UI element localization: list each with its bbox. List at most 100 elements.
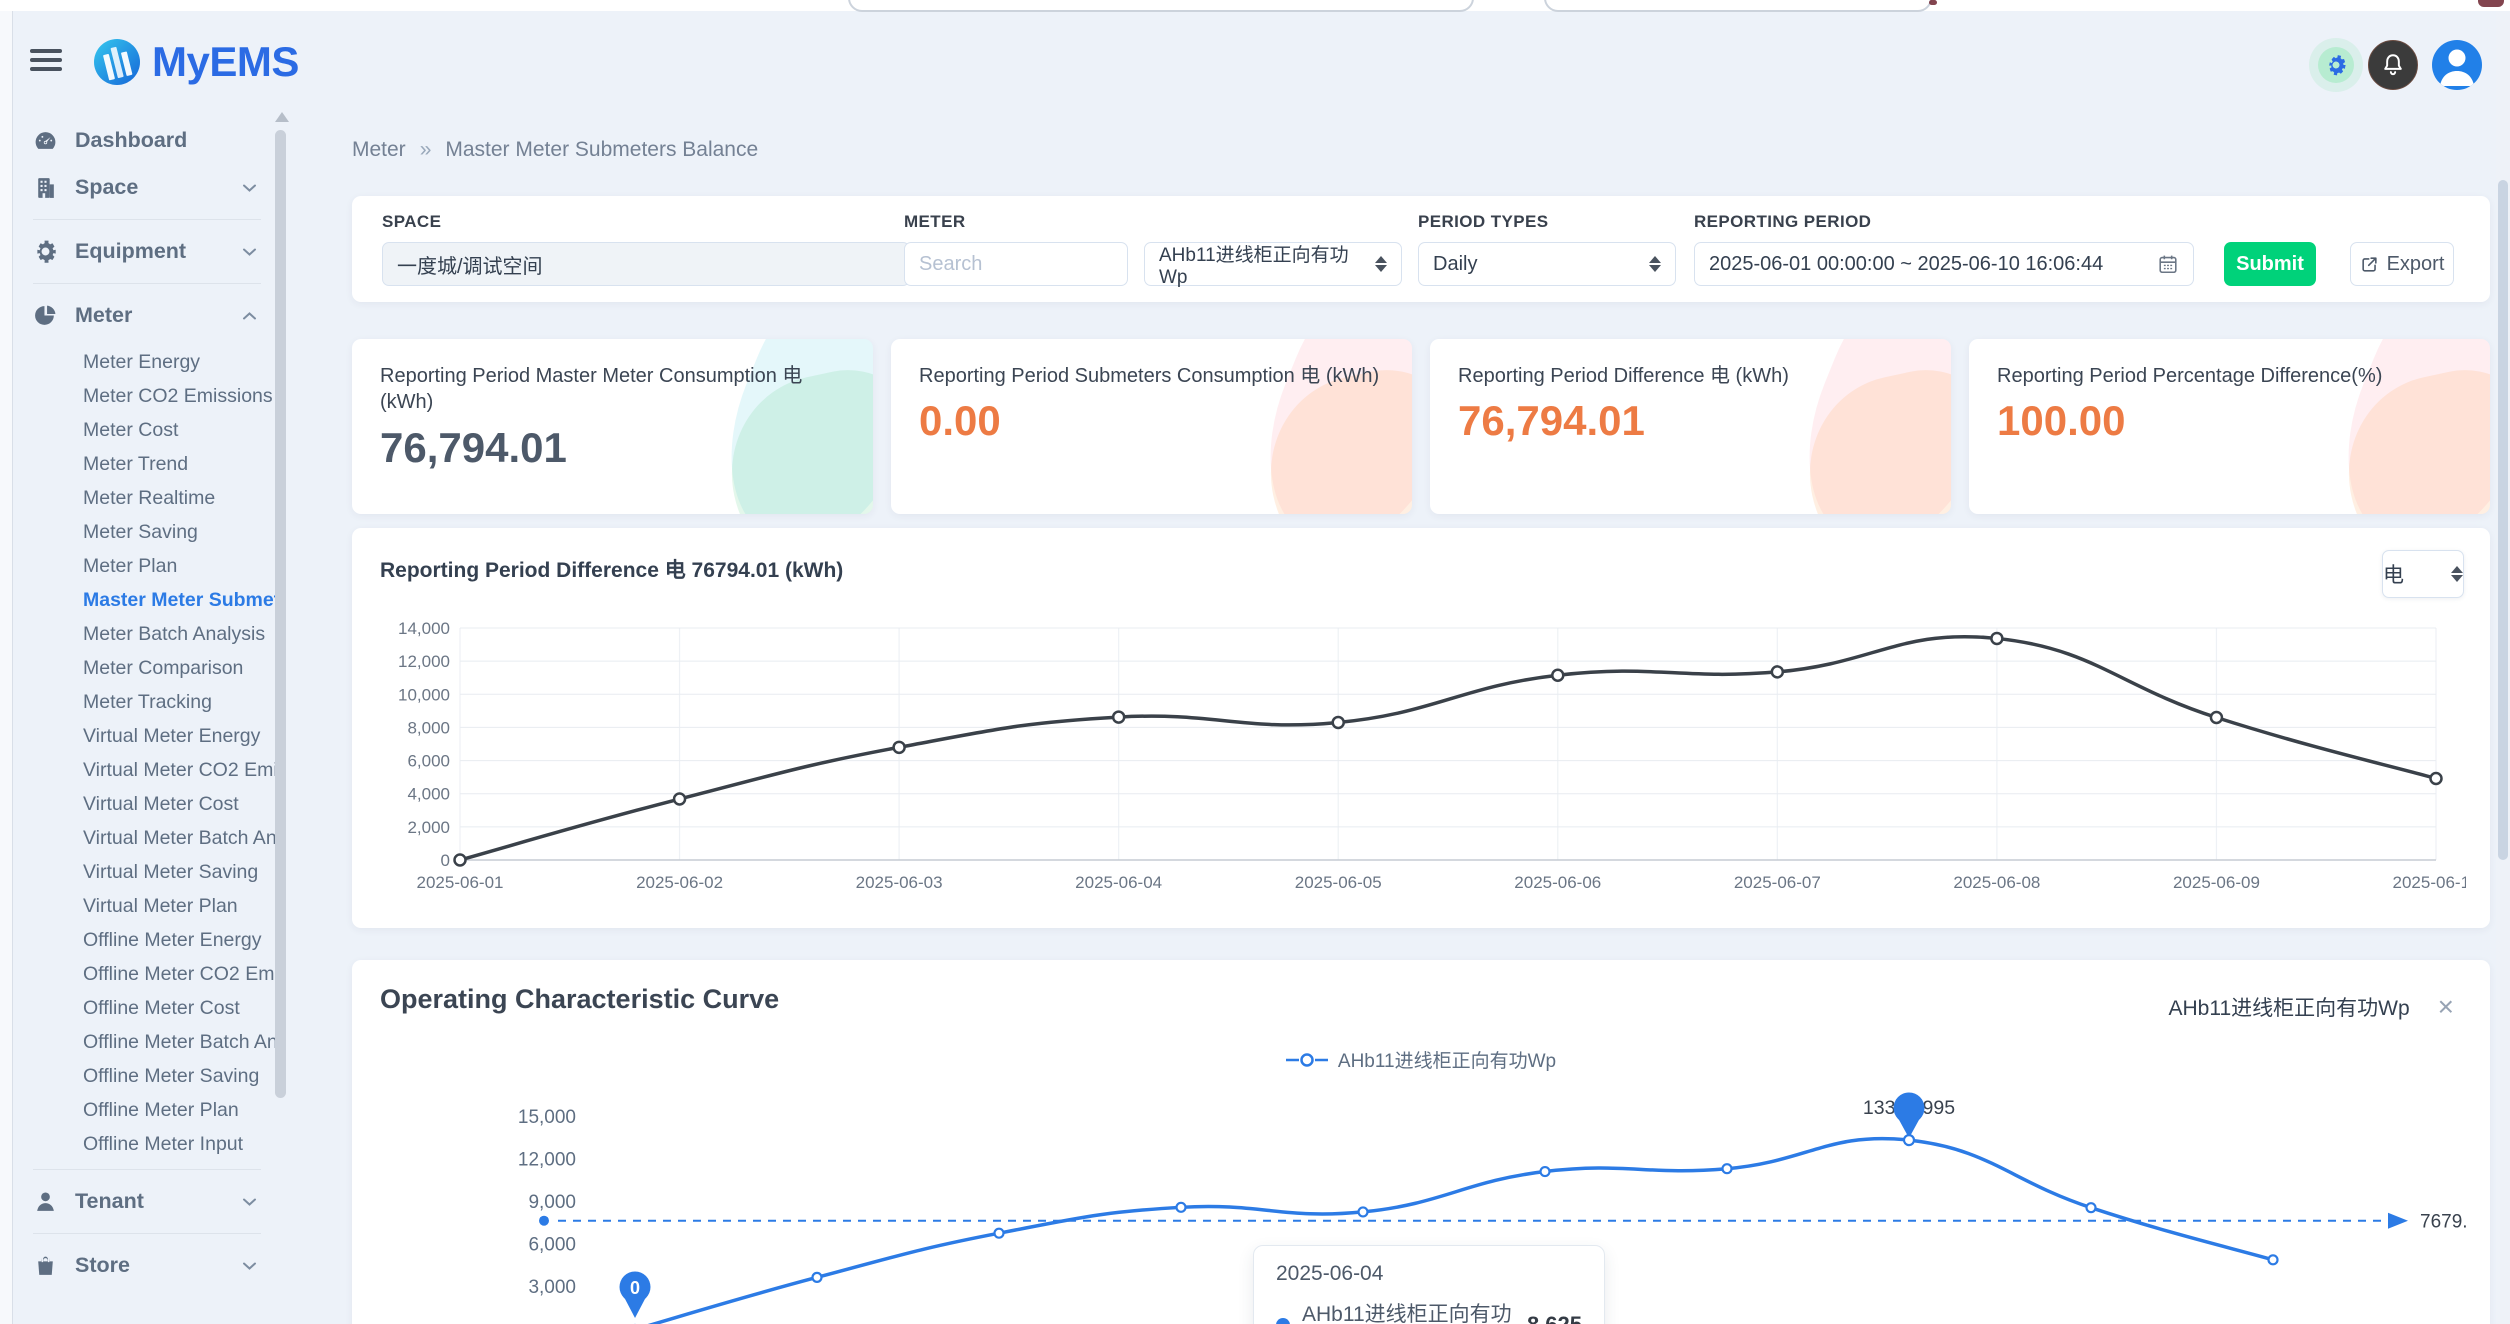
difference-line-chart[interactable]: 02,0004,0006,0008,00010,00012,00014,0002…: [376, 612, 2466, 918]
sidebar: Dashboard Space: [13, 11, 281, 1324]
meter-search-input[interactable]: Search: [904, 242, 1128, 286]
sidebar-item-master-meter-submeters-balance[interactable]: Master Meter Submeters Balance: [13, 583, 281, 617]
period-types-label: PERIOD TYPES: [1418, 212, 1548, 232]
export-button[interactable]: Export: [2350, 242, 2454, 286]
svg-text:9,000: 9,000: [528, 1192, 576, 1213]
meter-search-placeholder: Search: [919, 253, 982, 276]
sidebar-item-meter-realtime[interactable]: Meter Realtime: [13, 481, 281, 515]
sidebar-item-meter-tracking[interactable]: Meter Tracking: [13, 685, 281, 719]
series-dot-icon: [1276, 1318, 1290, 1324]
close-icon[interactable]: ×: [2438, 993, 2454, 1021]
sidebar-scroll-up-arrow[interactable]: [275, 112, 289, 122]
sidebar-item-virtual-meter-energy[interactable]: Virtual Meter Energy: [13, 719, 281, 753]
svg-text:0: 0: [441, 851, 450, 870]
svg-text:2025-06-07: 2025-06-07: [1734, 873, 1821, 892]
space-input[interactable]: 一度城/调试空间: [382, 242, 910, 286]
sidebar-item-virtual-meter-co2-emissions[interactable]: Virtual Meter CO2 Emissions: [13, 753, 281, 787]
meter-submenu: Meter EnergyMeter CO2 EmissionsMeter Cos…: [13, 345, 281, 1161]
notifications-bell-icon[interactable]: [2368, 40, 2418, 90]
user-avatar-icon[interactable]: [2432, 40, 2482, 90]
sidebar-item-equipment[interactable]: Equipment: [13, 228, 281, 275]
sidebar-item-meter-comparison[interactable]: Meter Comparison: [13, 651, 281, 685]
sidebar-scrollbar[interactable]: [275, 130, 286, 1098]
svg-text:2025-06-02: 2025-06-02: [636, 873, 723, 892]
svg-text:2025-06-01: 2025-06-01: [417, 873, 504, 892]
stat-card-value: 76,794.01: [1458, 397, 1923, 445]
svg-text:8,000: 8,000: [407, 718, 450, 737]
svg-text:0: 0: [630, 1278, 640, 1298]
sidebar-item-dashboard[interactable]: Dashboard: [13, 117, 281, 164]
sidebar-item-offline-meter-saving[interactable]: Offline Meter Saving: [13, 1059, 281, 1093]
divider: [33, 1169, 261, 1170]
tooltip-date: 2025-06-04: [1276, 1262, 1582, 1286]
energy-unit-value: 电: [2383, 559, 2404, 589]
sidebar-item-virtual-meter-batch-analysis[interactable]: Virtual Meter Batch Analysis: [13, 821, 281, 855]
sidebar-item-meter-batch-analysis[interactable]: Meter Batch Analysis: [13, 617, 281, 651]
sidebar-item-tenant[interactable]: Tenant: [13, 1178, 281, 1225]
chevron-down-icon: [242, 1197, 257, 1207]
svg-text:2025-06-08: 2025-06-08: [1953, 873, 2040, 892]
sidebar-item-virtual-meter-plan[interactable]: Virtual Meter Plan: [13, 889, 281, 923]
breadcrumb-parent[interactable]: Meter: [352, 138, 406, 162]
svg-text:2025-06-09: 2025-06-09: [2173, 873, 2260, 892]
sidebar-item-meter-plan[interactable]: Meter Plan: [13, 549, 281, 583]
calendar-icon[interactable]: [2157, 253, 2179, 275]
window-left-edge: [0, 11, 13, 1324]
sidebar-item-meter-cost[interactable]: Meter Cost: [13, 413, 281, 447]
sidebar-item-virtual-meter-cost[interactable]: Virtual Meter Cost: [13, 787, 281, 821]
page-scrollbar-thumb[interactable]: [2498, 180, 2508, 860]
sidebar-item-offline-meter-cost[interactable]: Offline Meter Cost: [13, 991, 281, 1025]
stat-card-value: 76,794.01: [380, 424, 845, 472]
sidebar-item-offline-meter-energy[interactable]: Offline Meter Energy: [13, 923, 281, 957]
sidebar-item-meter-co2-emissions[interactable]: Meter CO2 Emissions: [13, 379, 281, 413]
stat-card-title: Reporting Period Submeters Consumption 电…: [919, 363, 1384, 389]
sidebar-item-meter-trend[interactable]: Meter Trend: [13, 447, 281, 481]
sidebar-item-virtual-meter-saving[interactable]: Virtual Meter Saving: [13, 855, 281, 889]
difference-chart-panel: Reporting Period Difference 电 76794.01 (…: [352, 528, 2490, 928]
space-value: 一度城/调试空间: [397, 250, 543, 279]
stat-card-title: Reporting Period Master Meter Consumptio…: [380, 363, 812, 416]
settings-gear-icon[interactable]: [2318, 47, 2354, 83]
svg-text:12,000: 12,000: [518, 1150, 576, 1171]
tachometer-icon: [33, 128, 58, 153]
svg-text:3,000: 3,000: [528, 1277, 576, 1298]
chevron-up-icon: [242, 311, 257, 321]
sidebar-item-offline-meter-input[interactable]: Offline Meter Input: [13, 1127, 281, 1161]
export-label: Export: [2387, 253, 2445, 276]
sidebar-item-store[interactable]: Store: [13, 1242, 281, 1289]
meter-select[interactable]: AHb11进线柜正向有功Wp: [1144, 242, 1402, 286]
select-arrows-icon: [1639, 256, 1661, 272]
gear-icon: [33, 239, 58, 264]
stat-card-submeters-consumption: Reporting Period Submeters Consumption 电…: [891, 339, 1412, 514]
submit-button[interactable]: Submit: [2224, 242, 2316, 286]
tooltip-series-name: AHb11进线柜正向有功Wp: [1302, 1298, 1527, 1324]
svg-text:14,000: 14,000: [398, 619, 450, 638]
stat-card-value: 100.00: [1997, 397, 2462, 445]
tooltip-value: 8,625: [1527, 1312, 1582, 1324]
chevron-down-icon: [242, 247, 257, 257]
svg-text:7679.4: 7679.4: [2420, 1212, 2466, 1233]
svg-text:6,000: 6,000: [407, 752, 450, 771]
sidebar-item-label: Space: [75, 175, 138, 200]
sidebar-item-space[interactable]: Space: [13, 164, 281, 211]
reporting-period-value: 2025-06-01 00:00:00 ~ 2025-06-10 16:06:4…: [1709, 253, 2103, 276]
chart2-legend[interactable]: AHb11进线柜正向有功Wp: [352, 1046, 2490, 1073]
legend-marker-icon: [1286, 1052, 1328, 1068]
sidebar-item-offline-meter-plan[interactable]: Offline Meter Plan: [13, 1093, 281, 1127]
sidebar-item-meter-energy[interactable]: Meter Energy: [13, 345, 281, 379]
svg-text:6,000: 6,000: [528, 1235, 576, 1256]
sidebar-item-offline-meter-batch-analysis[interactable]: Offline Meter Batch Analysis: [13, 1025, 281, 1059]
sidebar-item-offline-meter-co2-emissions[interactable]: Offline Meter CO2 Emissions: [13, 957, 281, 991]
divider: [33, 219, 261, 220]
sidebar-item-meter-saving[interactable]: Meter Saving: [13, 515, 281, 549]
reporting-period-input[interactable]: 2025-06-01 00:00:00 ~ 2025-06-10 16:06:4…: [1694, 242, 2194, 286]
chart1-title: Reporting Period Difference 电 76794.01 (…: [380, 554, 843, 584]
period-type-select[interactable]: Daily: [1418, 242, 1676, 286]
stat-card-difference: Reporting Period Difference 电 (kWh) 76,7…: [1430, 339, 1951, 514]
energy-unit-select[interactable]: 电: [2382, 550, 2464, 598]
meter-label: METER: [904, 212, 966, 232]
svg-text:2025-06-06: 2025-06-06: [1514, 873, 1601, 892]
meter-select-value: AHb11进线柜正向有功Wp: [1159, 240, 1365, 289]
reporting-period-label: REPORTING PERIOD: [1694, 212, 1871, 232]
sidebar-item-meter[interactable]: Meter: [13, 292, 281, 339]
